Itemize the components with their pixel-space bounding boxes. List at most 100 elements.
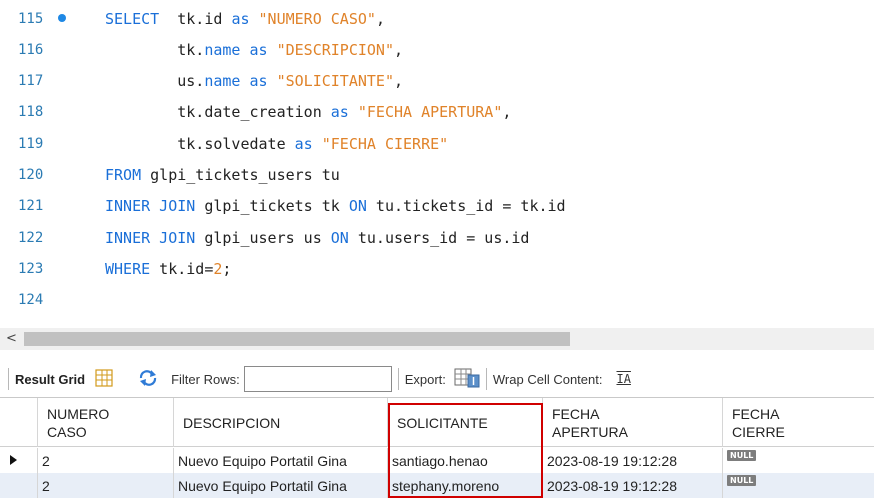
sql-keyword: WHERE	[105, 259, 151, 278]
line-number: 120	[18, 167, 44, 183]
sql-literal: "FECHA CIERRE"	[321, 134, 449, 153]
cell-fecha-cierre[interactable]: NULL	[723, 448, 874, 473]
code-text[interactable]: FROM glpi_tickets_users tu	[105, 166, 340, 184]
wrap-cell-icon[interactable]: IA	[616, 372, 630, 386]
line-number: 124	[18, 292, 44, 309]
cell-solicitante[interactable]: santiago.henao	[388, 448, 543, 473]
sql-literal: "NUMERO CASO"	[258, 9, 376, 28]
sql-literal: "DESCRIPCION"	[276, 40, 394, 59]
sql-keyword: as	[249, 72, 268, 91]
sql-literal: "FECHA APERTURA"	[357, 103, 503, 122]
code-line[interactable]: 117 us.name as "SOLICITANTE",	[0, 66, 874, 97]
column-header-line: FECHA	[732, 405, 780, 422]
column-header-line: CIERRE	[732, 423, 785, 440]
code-text[interactable]: WHERE tk.id=2;	[105, 260, 231, 278]
sql-text: ,	[375, 9, 385, 28]
sql-text: tu.tickets_id = tk.id	[366, 197, 566, 216]
column-header-solicitante[interactable]: SOLICITANTE	[388, 398, 543, 447]
sql-text: ;	[222, 259, 232, 278]
sql-text: tk.id	[159, 9, 232, 28]
code-line[interactable]: 122 INNER JOIN glpi_users us ON tu.users_…	[0, 222, 874, 253]
sql-text: tu.users_id = us.id	[348, 228, 530, 247]
cell-fecha-apertura[interactable]: 2023-08-19 19:12:28	[543, 473, 723, 498]
editor-horizontal-scrollbar[interactable]: <	[0, 328, 874, 350]
sql-text: tk.solvedate	[105, 134, 295, 153]
code-text[interactable]: tk.solvedate as "FECHA CIERRE"	[105, 135, 448, 153]
line-number: 123	[18, 260, 44, 277]
sql-editor[interactable]: 115 SELECT tk.id as "NUMERO CASO", 116 tk.…	[0, 0, 874, 326]
line-number: 121	[18, 198, 44, 215]
statement-marker-icon	[58, 14, 66, 22]
current-row-arrow-icon	[10, 455, 17, 465]
code-line[interactable]: 118 tk.date_creation as "FECHA APERTURA"…	[0, 97, 874, 128]
refresh-icon[interactable]	[137, 369, 159, 390]
code-line[interactable]: 121 INNER JOIN glpi_tickets tk ON tu.tick…	[0, 191, 874, 222]
scroll-left-arrow-icon[interactable]: <	[6, 331, 17, 346]
sql-keyword: name	[204, 40, 241, 59]
code-line[interactable]: 115 SELECT tk.id as "NUMERO CASO",	[0, 3, 874, 34]
sql-keyword: as	[294, 134, 313, 153]
column-header-fecha-cierre[interactable]: FECHA CIERRE	[723, 398, 874, 447]
column-header-fecha-apertura[interactable]: FECHA APERTURA	[543, 398, 723, 447]
null-badge: NULL	[727, 450, 757, 461]
sql-keyword: SELECT	[105, 9, 160, 28]
cell-fecha-apertura[interactable]: 2023-08-19 19:12:28	[543, 448, 723, 473]
code-line[interactable]: 119 tk.solvedate as "FECHA CIERRE"	[0, 128, 874, 159]
code-line[interactable]: 123 WHERE tk.id=2;	[0, 253, 874, 284]
column-header-line: NUMERO	[47, 405, 110, 422]
cell-numero-caso[interactable]: 2	[38, 448, 174, 473]
cell-fecha-cierre[interactable]: NULL	[723, 473, 874, 498]
cell-solicitante[interactable]: stephany.moreno	[388, 473, 543, 498]
code-text[interactable]: INNER JOIN glpi_users us ON tu.users_id …	[105, 229, 529, 247]
cell-descripcion[interactable]: Nuevo Equipo Portatil Gina	[174, 448, 388, 473]
result-grid: NUMERO CASO DESCRIPCION SOLICITANTE FECHA…	[0, 397, 874, 504]
code-line[interactable]: 116 tk.name as "DESCRIPCION",	[0, 34, 874, 65]
result-grid-label[interactable]: Result Grid	[15, 372, 85, 387]
code-text[interactable]: INNER JOIN glpi_tickets tk ON tu.tickets…	[105, 197, 566, 215]
row-selector[interactable]	[0, 448, 38, 473]
code-text[interactable]: tk.date_creation as "FECHA APERTURA",	[105, 103, 511, 121]
sql-keyword: FROM	[105, 166, 142, 184]
code-line[interactable]: 124	[0, 285, 874, 316]
sql-text: glpi_tickets tk	[195, 197, 349, 216]
column-header-numero-caso[interactable]: NUMERO CASO	[38, 398, 174, 447]
sql-text: ,	[394, 40, 404, 59]
cell-numero-caso[interactable]: 2	[38, 473, 174, 498]
table-row[interactable]: 2 Nuevo Equipo Portatil Gina santiago.he…	[0, 448, 874, 473]
code-text[interactable]: SELECT tk.id as "NUMERO CASO",	[105, 10, 385, 28]
column-header-descripcion[interactable]: DESCRIPCION	[174, 398, 388, 447]
export-icon[interactable]	[454, 367, 480, 392]
wrap-cell-content-label: Wrap Cell Content:	[492, 371, 603, 387]
sql-text: tk.date_creation	[105, 103, 331, 122]
column-header-line: DESCRIPCION	[183, 414, 281, 431]
sql-text: tk.	[105, 40, 205, 59]
code-text[interactable]: tk.name as "DESCRIPCION",	[105, 41, 403, 59]
export-label: Export:	[404, 371, 446, 387]
grid-view-icon[interactable]	[95, 368, 113, 390]
line-number: 122	[18, 229, 44, 246]
column-header-line: CASO	[47, 423, 87, 440]
row-header-corner	[0, 398, 38, 447]
code-line[interactable]: 120 FROM glpi_tickets_users tu	[0, 160, 874, 191]
line-number: 116	[18, 41, 44, 58]
sql-keyword: as	[330, 103, 349, 122]
result-toolbar: Result Grid Filter Rows: Export: Wrap Ce…	[0, 362, 874, 396]
row-selector[interactable]	[0, 473, 38, 498]
sql-keyword: as	[231, 9, 250, 28]
sql-keyword: INNER JOIN	[105, 197, 196, 216]
filter-rows-input[interactable]	[243, 366, 392, 392]
cell-descripcion[interactable]: Nuevo Equipo Portatil Gina	[174, 473, 388, 498]
scrollbar-thumb[interactable]	[24, 332, 570, 346]
sql-literal: "SOLICITANTE"	[276, 72, 394, 91]
table-row[interactable]: 2 Nuevo Equipo Portatil Gina stephany.mo…	[0, 473, 874, 498]
filter-rows-label: Filter Rows:	[171, 371, 240, 387]
code-text[interactable]: us.name as "SOLICITANTE",	[105, 72, 403, 90]
null-badge: NULL	[727, 475, 757, 486]
toolbar-divider	[485, 368, 487, 390]
sql-keyword: ON	[330, 228, 349, 247]
